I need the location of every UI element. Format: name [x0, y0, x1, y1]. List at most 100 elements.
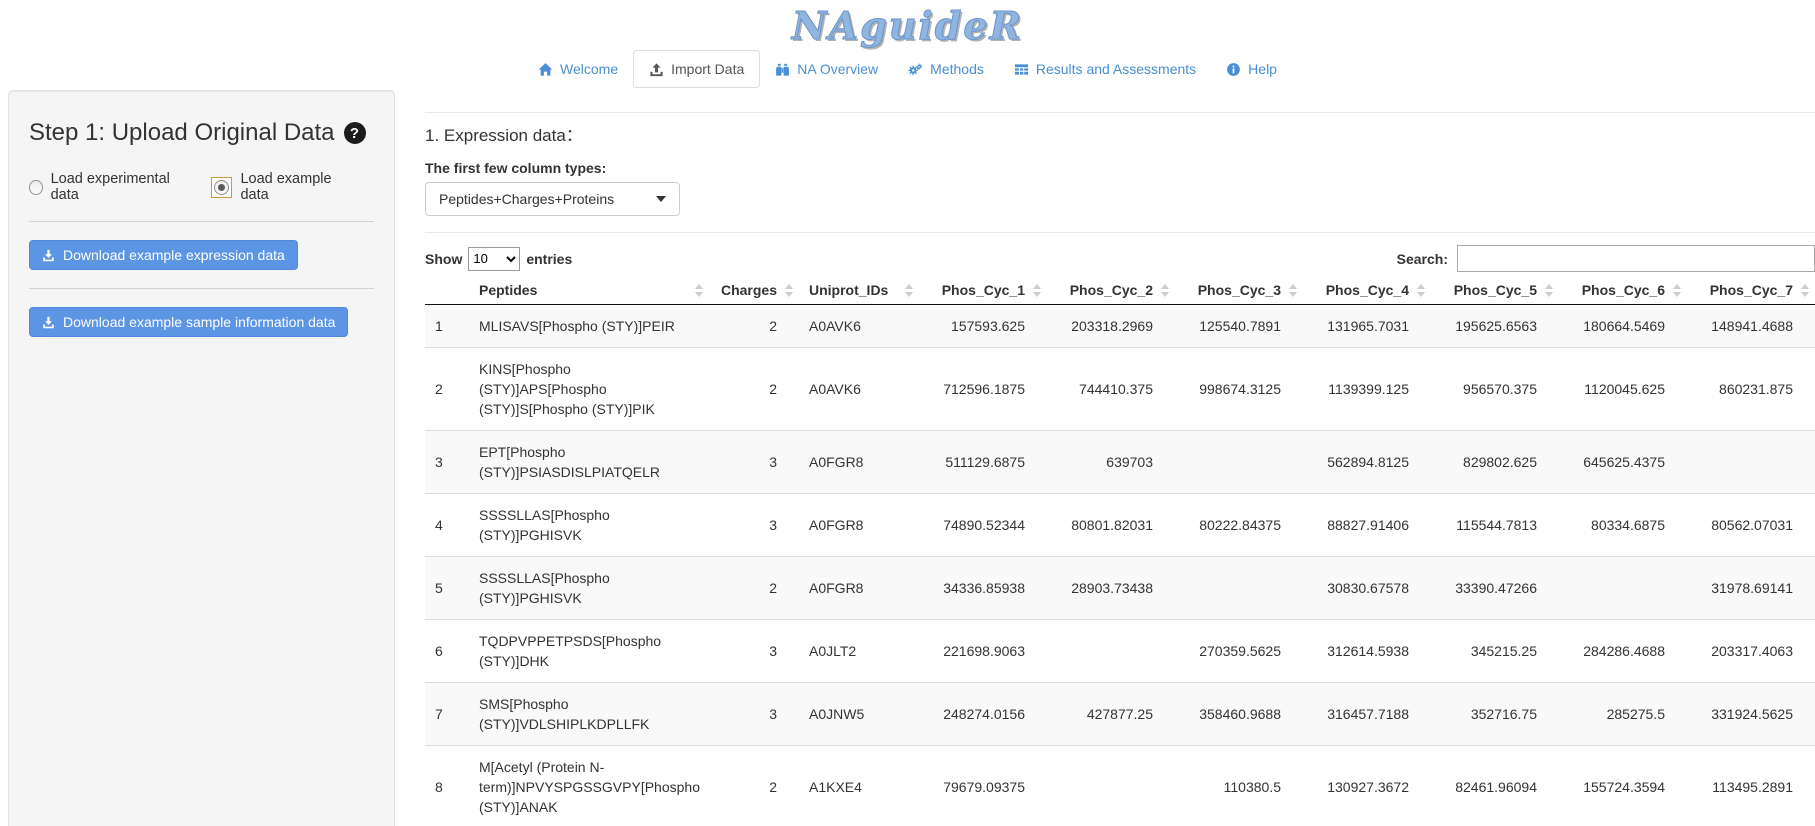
- value-cell: 82461.96094: [1431, 746, 1559, 826]
- charge-cell: 3: [709, 431, 799, 494]
- divider: [29, 288, 374, 289]
- value-cell: [1047, 620, 1175, 683]
- tab-methods[interactable]: Methods: [893, 50, 999, 88]
- column-header-peptides[interactable]: Peptides: [469, 276, 709, 305]
- value-cell: 74890.52344: [919, 494, 1047, 557]
- value-cell: 312614.5938: [1303, 620, 1431, 683]
- column-header-phos-cyc-2[interactable]: Phos_Cyc_2: [1047, 276, 1175, 305]
- value-cell: 80334.6875: [1559, 494, 1687, 557]
- peptide-cell: M[Acetyl (Protein N-term)]NPVYSPGSSGVPY[…: [469, 746, 709, 826]
- value-cell: 998674.3125: [1175, 348, 1303, 431]
- column-header-charges[interactable]: Charges: [709, 276, 799, 305]
- column-header-label: Charges: [721, 282, 777, 298]
- uniprot-cell: A0AVK6: [799, 348, 919, 431]
- value-cell: 130927.3672: [1303, 746, 1431, 826]
- uniprot-cell: A0AVK6: [799, 305, 919, 348]
- value-cell: 1139399.125: [1303, 348, 1431, 431]
- charge-cell: 2: [709, 305, 799, 348]
- tab-label: Methods: [930, 61, 984, 77]
- row-index-cell: 8: [425, 746, 469, 826]
- column-header-label: Phos_Cyc_1: [942, 282, 1025, 298]
- value-cell: 131965.7031: [1303, 305, 1431, 348]
- radio-label: Load example data: [240, 171, 348, 203]
- table-row: 1MLISAVS[Phospho (STY)]PEIR2A0AVK6157593…: [425, 305, 1815, 348]
- search-label: Search:: [1397, 251, 1448, 267]
- value-cell: 203317.4063: [1687, 620, 1815, 683]
- value-cell: 829802.625: [1431, 431, 1559, 494]
- tab-results-and-assessments[interactable]: Results and Assessments: [999, 50, 1211, 88]
- main-nav: Welcome Import Data NA Overview Methods Resu…: [0, 50, 1815, 90]
- value-cell: 352716.75: [1431, 683, 1559, 746]
- column-header-phos-cyc-3[interactable]: Phos_Cyc_3: [1175, 276, 1303, 305]
- tab-import-data[interactable]: Import Data: [633, 50, 760, 88]
- page-length-control: Show 10 entries: [425, 247, 572, 271]
- table-row: 6TQDPVPPETPSDS[Phospho (STY)]DHK3A0JLT22…: [425, 620, 1815, 683]
- radio-label: Load experimental data: [51, 171, 186, 203]
- column-header-phos-cyc-5[interactable]: Phos_Cyc_5: [1431, 276, 1559, 305]
- column-header-label: Phos_Cyc_3: [1198, 282, 1281, 298]
- table-row: 8M[Acetyl (Protein N-term)]NPVYSPGSSGVPY…: [425, 746, 1815, 826]
- column-types-select[interactable]: Peptides+Charges+Proteins: [425, 182, 680, 216]
- value-cell: 31978.69141: [1687, 557, 1815, 620]
- tab-label: Welcome: [560, 61, 618, 77]
- column-header-label: Uniprot_IDs: [809, 282, 888, 298]
- table-header-row: Peptides Charges Uniprot_IDs Phos_Cyc_1 Phos…: [425, 276, 1815, 305]
- row-index-cell: 3: [425, 431, 469, 494]
- value-cell: 358460.9688: [1175, 683, 1303, 746]
- uniprot-cell: A0FGR8: [799, 431, 919, 494]
- tab-label: Import Data: [671, 61, 744, 77]
- peptide-cell: MLISAVS[Phospho (STY)]PEIR: [469, 305, 709, 348]
- column-header-phos-cyc-1[interactable]: Phos_Cyc_1: [919, 276, 1047, 305]
- column-header-uniprot-ids[interactable]: Uniprot_IDs: [799, 276, 919, 305]
- download-example-expression-data-button[interactable]: Download example expression data: [29, 240, 298, 270]
- value-cell: 203318.2969: [1047, 305, 1175, 348]
- search-input[interactable]: [1457, 245, 1815, 272]
- value-cell: 270359.5625: [1175, 620, 1303, 683]
- panel-title: Step 1: Upload Original Data ?: [29, 119, 374, 147]
- value-cell: 427877.25: [1047, 683, 1175, 746]
- row-index-cell: 4: [425, 494, 469, 557]
- table-row: 2KINS[Phospho (STY)]APS[Phospho (STY)]S[…: [425, 348, 1815, 431]
- sort-icon: [1161, 284, 1169, 297]
- value-cell: 113495.2891: [1687, 746, 1815, 826]
- charge-cell: 2: [709, 348, 799, 431]
- radio-focus-ring: [211, 177, 232, 198]
- tab-help[interactable]: Help: [1211, 50, 1292, 88]
- chevron-down-icon: [656, 196, 666, 202]
- import-data-main: 1. Expression data： The first few column…: [425, 90, 1815, 826]
- button-label: Download example sample information data: [63, 314, 335, 330]
- app-header: NAguideR: [0, 0, 1815, 50]
- value-cell: 956570.375: [1431, 348, 1559, 431]
- radio-load-experimental-data[interactable]: Load experimental data: [29, 171, 185, 203]
- charge-cell: 3: [709, 494, 799, 557]
- charge-cell: 2: [709, 557, 799, 620]
- value-cell: [1175, 557, 1303, 620]
- value-cell: 639703: [1047, 431, 1175, 494]
- column-header-phos-cyc-6[interactable]: Phos_Cyc_6: [1559, 276, 1687, 305]
- download-icon: [42, 249, 55, 262]
- value-cell: 511129.6875: [919, 431, 1047, 494]
- radio-load-example-data[interactable]: Load example data: [211, 171, 348, 203]
- value-cell: 157593.625: [919, 305, 1047, 348]
- expression-data-table: Peptides Charges Uniprot_IDs Phos_Cyc_1 Phos…: [425, 276, 1815, 826]
- question-circle-icon[interactable]: ?: [344, 122, 366, 144]
- sort-icon: [1033, 284, 1041, 297]
- column-header-phos-cyc-4[interactable]: Phos_Cyc_4: [1303, 276, 1431, 305]
- tab-welcome[interactable]: Welcome: [523, 50, 633, 88]
- value-cell: 88827.91406: [1303, 494, 1431, 557]
- value-cell: [1559, 557, 1687, 620]
- table-row: 4SSSSLLAS[Phospho (STY)]PGHISVK3A0FGR874…: [425, 494, 1815, 557]
- value-cell: 712596.1875: [919, 348, 1047, 431]
- column-header-phos-cyc-7[interactable]: Phos_Cyc_7: [1687, 276, 1815, 305]
- value-cell: 80801.82031: [1047, 494, 1175, 557]
- value-cell: 284286.4688: [1559, 620, 1687, 683]
- download-example-sample-information-data-button[interactable]: Download example sample information data: [29, 307, 348, 337]
- tab-na-overview[interactable]: NA Overview: [760, 50, 893, 88]
- uniprot-cell: A1KXE4: [799, 746, 919, 826]
- value-cell: 110380.5: [1175, 746, 1303, 826]
- divider: [425, 112, 1815, 113]
- sort-icon: [695, 284, 703, 297]
- value-cell: 80562.07031: [1687, 494, 1815, 557]
- page-size-select[interactable]: 10: [468, 247, 520, 271]
- panel-title-text: Step 1: Upload Original Data: [29, 119, 335, 147]
